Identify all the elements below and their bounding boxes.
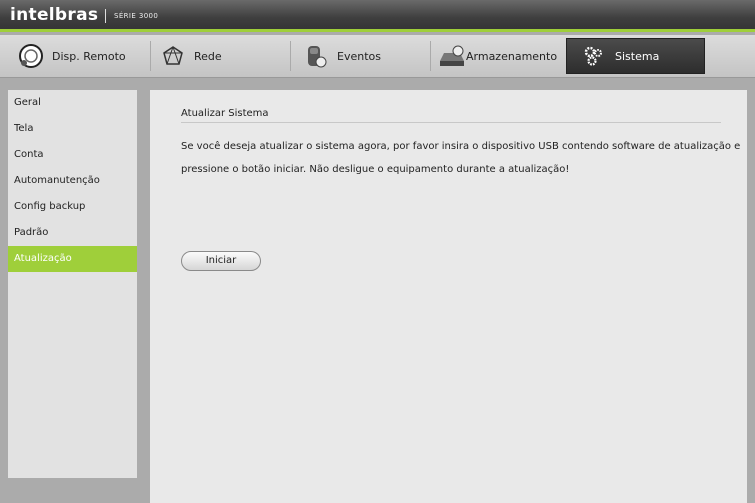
tab-divider bbox=[290, 41, 291, 71]
network-icon bbox=[160, 43, 186, 69]
sidebar-item-config-backup[interactable]: Config backup bbox=[8, 194, 137, 220]
start-button[interactable]: Iniciar bbox=[181, 251, 261, 271]
tab-label: Rede bbox=[194, 49, 222, 63]
tab-disp-remoto[interactable]: Disp. Remoto bbox=[18, 38, 143, 74]
tab-armazenamento[interactable]: Armazenamento bbox=[438, 38, 558, 74]
update-instructions: Se você deseja atualizar o sistema agora… bbox=[181, 141, 741, 175]
storage-icon bbox=[438, 43, 466, 69]
brand-divider bbox=[105, 9, 106, 23]
tab-label: Disp. Remoto bbox=[52, 49, 126, 63]
tab-label: Armazenamento bbox=[466, 49, 558, 63]
section-title: Atualizar Sistema bbox=[181, 108, 269, 119]
sidebar-item-tela[interactable]: Tela bbox=[8, 116, 137, 142]
accent-stripe bbox=[0, 29, 755, 32]
sidebar-item-geral[interactable]: Geral bbox=[8, 90, 137, 116]
tab-eventos[interactable]: Eventos bbox=[303, 38, 423, 74]
sidebar-item-conta[interactable]: Conta bbox=[8, 142, 137, 168]
tab-label: Sistema bbox=[615, 49, 660, 63]
remote-device-icon bbox=[18, 43, 44, 69]
update-panel: Atualizar Sistema Se você deseja atualiz… bbox=[150, 90, 747, 503]
sidebar-item-padrao[interactable]: Padrão bbox=[8, 220, 137, 246]
tab-label: Eventos bbox=[337, 49, 381, 63]
section-divider bbox=[181, 122, 721, 123]
tab-sistema[interactable]: Sistema bbox=[566, 38, 705, 74]
sidebar-item-atualizacao[interactable]: Atualização bbox=[8, 246, 137, 272]
tab-rede[interactable]: Rede bbox=[160, 38, 280, 74]
series-label: SÉRIE 3000 bbox=[114, 12, 159, 20]
top-bar: intelbras SÉRIE 3000 bbox=[0, 0, 755, 32]
gears-icon bbox=[581, 43, 607, 69]
tab-divider bbox=[430, 41, 431, 71]
events-icon bbox=[303, 43, 329, 69]
brand-logo: intelbras bbox=[10, 5, 99, 25]
sidebar-item-automanutencao[interactable]: Automanutenção bbox=[8, 168, 137, 194]
settings-sidebar: Geral Tela Conta Automanutenção Config b… bbox=[8, 90, 137, 478]
tab-divider bbox=[150, 41, 151, 71]
main-tabs: Disp. Remoto Rede Eventos Armazenamento … bbox=[0, 35, 755, 78]
